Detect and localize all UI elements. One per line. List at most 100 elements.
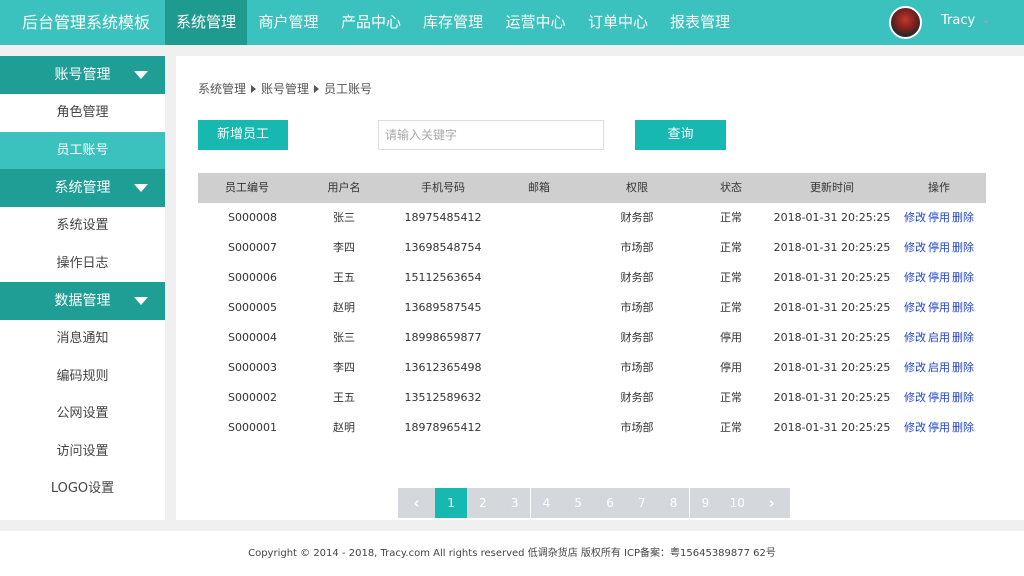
table-row: S000004 张三 18998659877 财务部 停用 2018-01-31 20:2… (198, 323, 986, 353)
phone-cell: 18998659877 (404, 331, 482, 344)
page-button[interactable]: 2 (467, 488, 499, 518)
edit-link[interactable]: 修改 (904, 421, 926, 434)
toggle-status-link[interactable]: 启用 (928, 361, 950, 374)
page-button[interactable]: 7 (626, 488, 658, 518)
prev-page-button[interactable]: ‹ (398, 488, 435, 518)
nav-item-merchant[interactable]: 商户管理 (247, 0, 330, 45)
updated-time-cell: 2018-01-31 20:25:25 (773, 211, 891, 224)
delete-link[interactable]: 删除 (952, 331, 974, 344)
column-header: 状态 (720, 181, 742, 194)
next-page-button[interactable]: › (753, 488, 791, 518)
sidebar-item-system-settings[interactable]: 系统设置 (0, 207, 165, 245)
actions-cell: 修改 停用 删除 (892, 203, 986, 233)
column-header: 员工编号 (225, 181, 269, 194)
username-cell: 李四 (333, 361, 355, 374)
username-cell: 赵明 (333, 301, 355, 314)
delete-link[interactable]: 删除 (952, 421, 974, 434)
sidebar-group-system[interactable]: 系统管理 (0, 169, 165, 207)
email-cell (494, 353, 584, 383)
page-button[interactable]: 5 (562, 488, 594, 518)
email-cell (494, 323, 584, 353)
actions-cell: 修改 停用 删除 (892, 413, 986, 443)
table-row: S000005 赵明 13689587545 市场部 正常 2018-01-31 20:2… (198, 293, 986, 323)
page-button[interactable]: 9 (689, 488, 722, 518)
user-name[interactable]: Tracy (941, 0, 975, 45)
sidebar-item-access-settings[interactable]: 访问设置 (0, 433, 165, 471)
page-button[interactable]: 4 (530, 488, 563, 518)
toggle-status-link[interactable]: 停用 (928, 301, 950, 314)
sidebar-group-data[interactable]: 数据管理 (0, 282, 165, 320)
page-button[interactable]: 1 (435, 488, 467, 518)
sidebar-item-network-settings[interactable]: 公网设置 (0, 395, 165, 433)
permission-cell: 市场部 (620, 421, 654, 434)
sidebar-item-staff-accounts[interactable]: 员工账号 (0, 131, 165, 169)
sidebar-item-roles[interactable]: 角色管理 (0, 94, 165, 132)
top-bar: 后台管理系统模板 系统管理 商户管理 产品中心 库存管理 运营中心 订单中心 报… (0, 0, 1024, 45)
delete-link[interactable]: 删除 (952, 391, 974, 404)
sidebar: 账号管理 角色管理 员工账号 系统管理 系统设置 操作日志 数据管理 消息通知 … (0, 56, 165, 520)
toggle-status-link[interactable]: 启用 (928, 331, 950, 344)
delete-link[interactable]: 删除 (952, 361, 974, 374)
toggle-status-link[interactable]: 停用 (928, 211, 950, 224)
page-button[interactable]: 8 (657, 488, 690, 518)
actions-cell: 修改 停用 删除 (892, 383, 986, 413)
phone-cell: 18978965412 (404, 421, 482, 434)
pagination: ‹ 1 2 3 4 5 6 7 8 9 10 › (398, 488, 791, 518)
nav-item-operation[interactable]: 运营中心 (494, 0, 577, 45)
status-cell: 正常 (720, 241, 742, 254)
email-cell (494, 293, 584, 323)
edit-link[interactable]: 修改 (904, 271, 926, 284)
staff-id-cell: S000002 (228, 391, 277, 404)
breadcrumb-item[interactable]: 系统管理 (198, 80, 246, 97)
sidebar-item-code-rules[interactable]: 编码规则 (0, 358, 165, 396)
phone-cell: 15112563654 (404, 271, 482, 284)
column-header: 用户名 (327, 181, 361, 194)
delete-link[interactable]: 删除 (952, 211, 974, 224)
delete-link[interactable]: 删除 (952, 301, 974, 314)
edit-link[interactable]: 修改 (904, 361, 926, 374)
edit-link[interactable]: 修改 (904, 391, 926, 404)
avatar[interactable] (889, 6, 922, 39)
edit-link[interactable]: 修改 (904, 301, 926, 314)
sidebar-group-account[interactable]: 账号管理 (0, 56, 165, 94)
status-cell: 正常 (720, 271, 742, 284)
toggle-status-link[interactable]: 停用 (928, 271, 950, 284)
toggle-status-link[interactable]: 停用 (928, 241, 950, 254)
page-button[interactable]: 3 (498, 488, 531, 518)
toggle-status-link[interactable]: 停用 (928, 391, 950, 404)
permission-cell: 市场部 (620, 241, 654, 254)
permission-cell: 市场部 (620, 361, 654, 374)
chevron-down-icon[interactable]: ⌄ (982, 15, 990, 26)
edit-link[interactable]: 修改 (904, 331, 926, 344)
delete-link[interactable]: 删除 (952, 271, 974, 284)
query-button[interactable]: 查询 (635, 120, 726, 150)
phone-cell: 13612365498 (404, 361, 482, 374)
staff-id-cell: S000004 (228, 331, 277, 344)
nav-item-system[interactable]: 系统管理 (165, 0, 247, 45)
edit-link[interactable]: 修改 (904, 241, 926, 254)
staff-id-cell: S000001 (228, 421, 277, 434)
updated-time-cell: 2018-01-31 20:25:25 (773, 361, 891, 374)
table-body: S000008 张三 18975485412 财务部 正常 2018-01-31 20:2… (198, 203, 986, 443)
nav-item-report[interactable]: 报表管理 (659, 0, 741, 45)
search-input[interactable] (378, 120, 604, 150)
sidebar-item-logo-settings[interactable]: LOGO设置 (0, 470, 165, 508)
nav-item-order[interactable]: 订单中心 (577, 0, 659, 45)
phone-cell: 13689587545 (404, 301, 482, 314)
table-row: S000006 王五 15112563654 财务部 正常 2018-01-31 20:2… (198, 263, 986, 293)
sidebar-item-operation-log[interactable]: 操作日志 (0, 245, 165, 283)
add-staff-button[interactable]: 新增员工 (198, 120, 288, 150)
edit-link[interactable]: 修改 (904, 211, 926, 224)
permission-cell: 财务部 (620, 331, 654, 344)
breadcrumb-item[interactable]: 账号管理 (261, 80, 309, 97)
page-button[interactable]: 6 (594, 488, 626, 518)
nav-item-inventory[interactable]: 库存管理 (412, 0, 494, 45)
sidebar-group-label: 数据管理 (54, 293, 111, 309)
page-button[interactable]: 10 (721, 488, 753, 518)
column-header: 权限 (626, 181, 648, 194)
email-cell (494, 263, 584, 293)
nav-item-product[interactable]: 产品中心 (330, 0, 412, 45)
sidebar-item-notifications[interactable]: 消息通知 (0, 320, 165, 358)
toggle-status-link[interactable]: 停用 (928, 421, 950, 434)
delete-link[interactable]: 删除 (952, 241, 974, 254)
